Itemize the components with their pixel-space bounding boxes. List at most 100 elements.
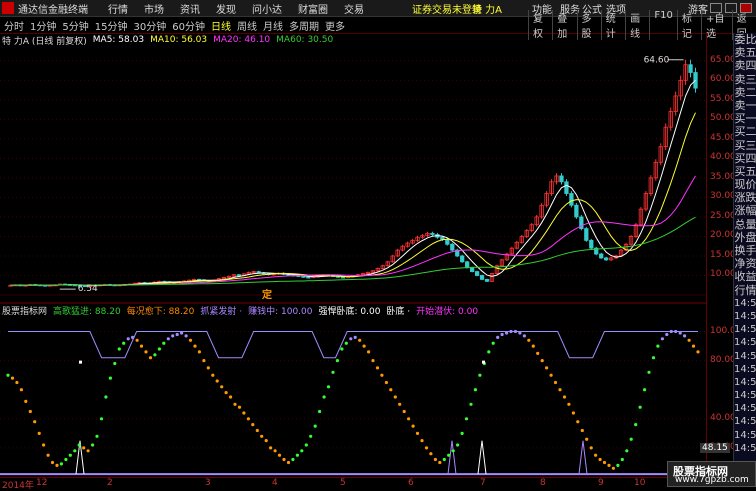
quote-panel-row[interactable]: 收益 <box>734 270 756 283</box>
candle-body <box>479 275 485 280</box>
indicator-dot <box>224 391 228 395</box>
tab-1min[interactable]: 1分钟 <box>30 18 56 33</box>
quote-panel-row[interactable]: 换手 <box>734 244 756 257</box>
indicator-dot <box>415 431 420 435</box>
quote-panel-row[interactable]: 14:59 <box>734 389 756 402</box>
menu-item-news[interactable]: 资讯 <box>180 1 200 16</box>
ind-line-7: 开始潜伏: 0.00 <box>416 306 479 317</box>
quote-panel-row[interactable]: 外盘 <box>734 231 756 244</box>
tab-5min[interactable]: 5分钟 <box>62 18 88 33</box>
indicator-name[interactable]: 股票指标网 <box>2 304 47 317</box>
indicator-dot <box>309 434 313 438</box>
quote-panel-row[interactable]: 买一 <box>734 112 756 125</box>
indicator-dot <box>696 350 700 354</box>
quote-panel-row[interactable]: 买四 <box>734 152 756 165</box>
indicator-dot <box>420 439 424 443</box>
candle-body <box>474 271 480 276</box>
quote-panel-row[interactable]: 净资 <box>734 257 756 270</box>
candle-body <box>599 253 604 259</box>
quote-panel-row[interactable]: 14:59 <box>734 310 756 323</box>
menu-item-ask[interactable]: 问小达 <box>252 1 282 16</box>
high-price-label: 64.60 <box>644 56 670 66</box>
indicator-dot <box>616 463 620 467</box>
tab-15min[interactable]: 15分钟 <box>95 18 128 33</box>
tab-weekly[interactable]: 周线 <box>237 18 257 33</box>
indicator-dot <box>304 443 308 447</box>
ma60-label: MA60: 30.50 <box>276 35 334 45</box>
indicator-dot <box>99 417 104 421</box>
tab-more[interactable]: 更多 <box>325 18 345 33</box>
quote-panel-row[interactable]: 14:59 <box>734 402 756 415</box>
indicator-dot <box>313 424 317 428</box>
tab-timeshare[interactable]: 分时 <box>4 18 24 33</box>
menu-item-quotes[interactable]: 行情 <box>108 1 128 16</box>
quote-panel-row[interactable]: 14:59 <box>734 442 756 455</box>
tab-monthly[interactable]: 月线 <box>263 18 283 33</box>
quote-panel-row[interactable]: 总量 <box>734 218 756 231</box>
quote-panel-row[interactable]: 卖三 <box>734 73 756 86</box>
quote-panel-row[interactable]: 卖四 <box>734 59 756 72</box>
indicator-dot <box>687 338 691 342</box>
ind-line-5: 强悍卧底: 0.00 <box>318 306 381 317</box>
quote-panel-row[interactable]: 14:59 <box>734 350 756 363</box>
indicator-dot <box>429 452 433 456</box>
price-axis: 65.00 60.00 55.00 50.00 45.00 40.00 35.00 30.00… <box>706 33 742 478</box>
quote-panel-row[interactable]: 买三 <box>734 139 756 152</box>
indicator-dot <box>358 338 362 342</box>
indicator-dot <box>286 460 291 465</box>
quote-panel-row[interactable]: 买五 <box>734 165 756 178</box>
quote-panel-row[interactable]: 14:59 <box>734 376 756 389</box>
indicator-dot <box>585 437 589 441</box>
quote-panel-row[interactable]: 14:59 <box>734 363 756 376</box>
menu-item-wealth[interactable]: 财富圈 <box>298 1 328 16</box>
ma10-label: MA10: 56.03 <box>150 35 208 45</box>
quote-panel-row[interactable]: 委比 <box>734 33 756 46</box>
quote-panel-row[interactable]: 卖五 <box>734 46 756 59</box>
menu-item-trade[interactable]: 交易 <box>344 1 364 16</box>
candle-body <box>589 239 594 249</box>
ma20-label: MA20: 46.10 <box>213 35 271 45</box>
signal-spike <box>477 440 487 475</box>
indicator-dot <box>545 366 549 370</box>
indicator-dot <box>91 443 95 447</box>
indicator-dot <box>669 329 673 334</box>
quote-panel-row[interactable]: 14:59 <box>734 429 756 442</box>
indicator-dot <box>6 373 10 377</box>
tab-daily[interactable]: 日线 <box>211 18 231 33</box>
indicator-gridlines <box>0 331 706 449</box>
indicator-dot <box>193 344 197 348</box>
price-tick-label: 20.00 <box>710 230 736 241</box>
indicator-dot <box>611 466 616 470</box>
menu-item-discover[interactable]: 发现 <box>216 1 236 16</box>
indicator-dot <box>42 443 46 447</box>
tab-60min[interactable]: 60分钟 <box>172 18 205 33</box>
period-tab-bar: 分时 1分钟 5分钟 15分钟 30分钟 60分钟 日线 周线 月线 多周期 更… <box>0 10 756 40</box>
tab-multi-period[interactable]: 多周期 <box>289 18 319 33</box>
indicator-dot <box>117 347 121 351</box>
indicator-dot <box>295 453 299 457</box>
ma5-label: MA5: 58.03 <box>92 35 145 45</box>
indicator-dot <box>318 409 322 414</box>
indicator-dot <box>153 353 157 357</box>
quote-panel-row[interactable]: 卖一 <box>734 99 756 112</box>
quote-panel-row[interactable]: 现价 <box>734 178 756 191</box>
quote-panel-row[interactable]: 14:59 <box>734 323 756 336</box>
menu-item-market[interactable]: 市场 <box>144 1 164 16</box>
quote-panel-row[interactable]: 行情 <box>734 284 756 297</box>
candle-body <box>569 193 574 206</box>
quote-panel-row[interactable]: 买二 <box>734 125 756 138</box>
indicator-dot <box>340 347 344 351</box>
quote-panel-row[interactable]: 14:59 <box>734 297 756 310</box>
indicator-dot <box>46 453 50 457</box>
quote-panel-row[interactable]: 涨幅 <box>734 204 756 217</box>
indicator-dot <box>522 334 527 338</box>
quote-panel-row[interactable]: 14:59 <box>734 415 756 428</box>
quote-panel-row[interactable]: 卖二 <box>734 86 756 99</box>
indicator-dot <box>50 460 55 465</box>
tab-30min[interactable]: 30分钟 <box>133 18 166 33</box>
quote-panel-row[interactable]: 14:59 <box>734 336 756 349</box>
quote-panel-row[interactable]: 涨跌 <box>734 191 756 204</box>
indicator-dot <box>349 337 353 341</box>
price-chart[interactable]: 64.60 6.54 定 <box>0 33 706 478</box>
indicator-dot <box>496 335 500 339</box>
